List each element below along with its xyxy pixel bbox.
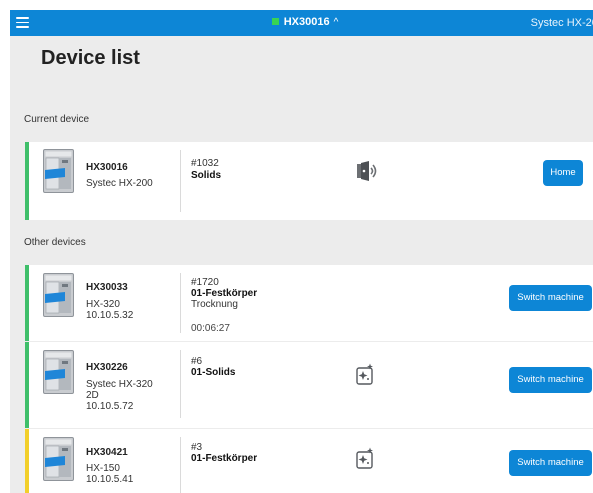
device-variant: 2D: [86, 390, 99, 401]
device-name: HX30033: [86, 282, 128, 293]
program-name: 01-Festkörper: [191, 288, 258, 299]
device-model: Systec HX-200: [86, 178, 153, 189]
elapsed-time: 00:06:27: [191, 323, 230, 334]
home-button[interactable]: Home: [543, 160, 583, 186]
machine-icon: [43, 350, 74, 394]
app-frame: HX30016^ Systec HX-200 Device list Curre…: [10, 10, 593, 493]
switch-machine-button[interactable]: Switch machine: [509, 367, 592, 393]
card-divider: [180, 273, 181, 333]
device-card: HX30421 HX-150 10.10.5.41 #3 01-Festkörp…: [25, 429, 593, 493]
device-card: HX30033 HX-320 10.10.5.32 #1720 01-Festk…: [25, 265, 593, 341]
device-name: HX30226: [86, 362, 128, 373]
device-ip: 10.10.5.72: [86, 401, 134, 412]
top-bar: HX30016^ Systec HX-200: [10, 10, 593, 36]
device-model: HX-150: [86, 463, 120, 474]
card-divider: [180, 437, 181, 493]
sparkle-clean-icon: [356, 363, 373, 385]
device-selector[interactable]: HX30016 ^: [10, 16, 593, 28]
program-number: #6: [191, 356, 203, 367]
program-number: #1032: [191, 158, 219, 169]
door-open-icon: [357, 161, 377, 181]
switch-machine-button[interactable]: Switch machine: [509, 450, 592, 476]
sparkle-clean-icon: [356, 447, 373, 469]
card-divider: [180, 150, 181, 212]
connection-status-icon: [271, 18, 279, 25]
section-label-current: Current device: [24, 114, 90, 125]
program-name: 01-Solids: [191, 367, 236, 378]
machine-icon: [43, 273, 74, 317]
program-number: #3: [191, 442, 203, 453]
header-model-label: Systec HX-200: [530, 17, 593, 29]
program-number: #1720: [191, 277, 219, 288]
page-title: Device list: [41, 47, 140, 69]
device-name: HX30421: [86, 447, 128, 458]
switch-machine-button[interactable]: Switch machine: [509, 285, 592, 311]
device-card: HX30226 Systec HX-320 2D 10.10.5.72 #6 0…: [25, 342, 593, 428]
chevron-up-icon: ^: [333, 17, 339, 28]
device-model: HX-320: [86, 299, 120, 310]
machine-icon: [43, 437, 74, 481]
machine-icon: [43, 149, 74, 193]
device-card-current: HX30016 Systec HX-200 #1032 Solids Home: [25, 142, 593, 220]
device-ip: 10.10.5.32: [86, 310, 134, 321]
program-name: 01-Festkörper: [191, 453, 258, 464]
device-model: Systec HX-320: [86, 379, 153, 390]
device-selector-label: HX30016: [283, 16, 330, 28]
program-name: Solids: [191, 170, 222, 181]
device-name: HX30016: [86, 162, 128, 173]
device-ip: 10.10.5.41: [86, 474, 134, 485]
section-label-other: Other devices: [24, 237, 86, 248]
card-divider: [180, 350, 181, 418]
program-phase: Trocknung: [191, 299, 238, 310]
